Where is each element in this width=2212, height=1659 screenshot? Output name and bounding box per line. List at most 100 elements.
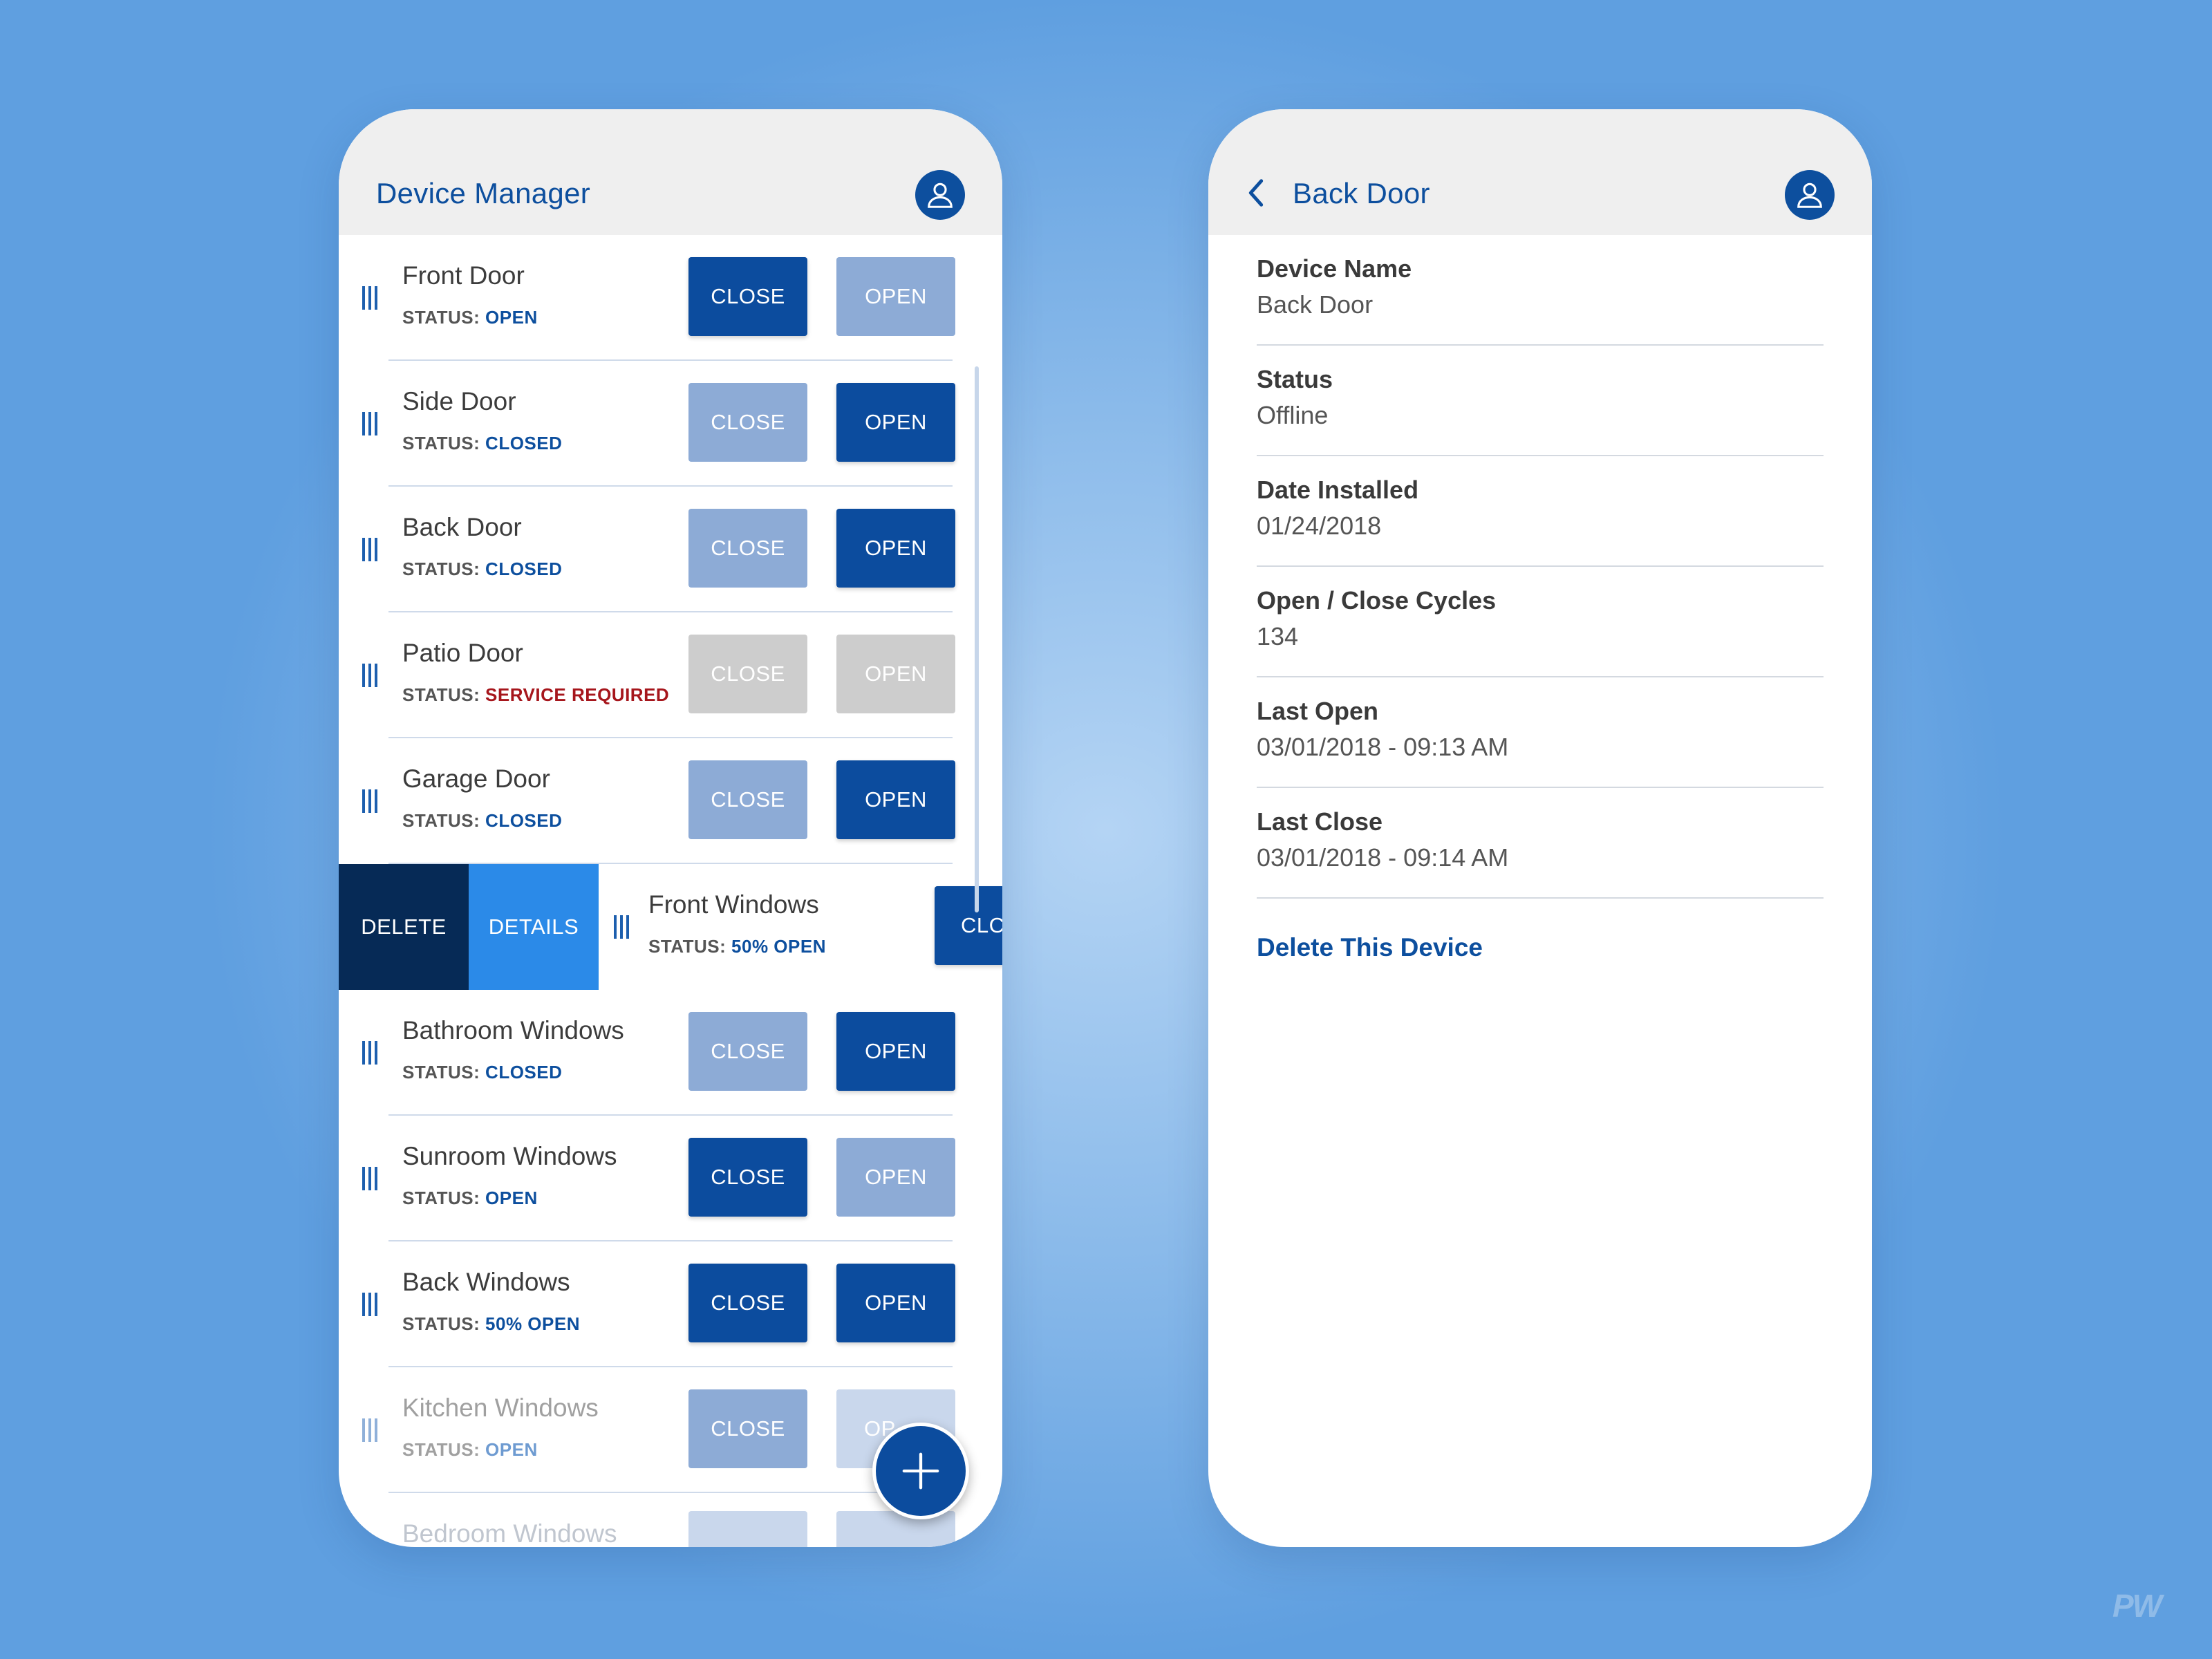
delete-device-link[interactable]: Delete This Device — [1257, 933, 1483, 962]
page-title: Device Manager — [376, 177, 591, 209]
field-cycles: Open / Close Cycles 134 — [1257, 567, 1824, 677]
status-value: 50% OPEN — [485, 1313, 580, 1334]
app-header: Device Manager — [339, 109, 1002, 235]
field-value: 134 — [1257, 622, 1299, 650]
list-item-swiped[interactable]: DELETE DETAILS Front Windows STATUS: 50%… — [339, 864, 1002, 990]
field-value: Offline — [1257, 401, 1329, 429]
drag-handle-icon[interactable] — [362, 1167, 377, 1190]
drag-handle-icon[interactable] — [362, 286, 377, 310]
close-button[interactable] — [688, 1511, 807, 1547]
open-button[interactable]: OPEN — [836, 1264, 955, 1342]
device-name: Patio Door — [402, 639, 523, 667]
list-item[interactable]: Bathroom Windows STATUS: CLOSED CLOSE OP… — [339, 990, 1002, 1116]
field-status: Status Offline — [1257, 346, 1824, 456]
open-button[interactable]: OPEN — [836, 509, 955, 588]
status-prefix: STATUS: — [402, 559, 480, 579]
status-prefix: STATUS: — [402, 1062, 480, 1082]
device-list[interactable]: Front Door STATUS: OPEN CLOSE OPEN Side … — [339, 235, 1002, 1547]
device-status: STATUS: OPEN — [402, 1188, 538, 1209]
chevron-left-icon[interactable] — [1239, 176, 1273, 210]
page-title: Back Door — [1293, 177, 1430, 209]
close-button[interactable]: CLOSE — [688, 1264, 807, 1342]
device-name: Back Windows — [402, 1268, 570, 1296]
drag-handle-icon[interactable] — [362, 1293, 377, 1316]
field-device-name: Device Name Back Door — [1257, 235, 1824, 346]
status-value: CLOSED — [485, 433, 563, 453]
open-button[interactable]: OPEN — [836, 383, 955, 462]
device-name: Bedroom Windows — [402, 1519, 617, 1547]
status-prefix: STATUS: — [402, 1188, 480, 1208]
status-value: CLOSED — [485, 559, 563, 579]
list-item[interactable]: Front Door STATUS: OPEN CLOSE OPEN — [339, 235, 1002, 361]
close-button[interactable]: CLOSE — [688, 383, 807, 462]
user-icon[interactable] — [1785, 170, 1835, 220]
device-status: STATUS: CLOSED — [402, 559, 562, 580]
app-header: Back Door — [1208, 109, 1872, 235]
drag-handle-icon[interactable] — [362, 538, 377, 561]
open-button[interactable]: OPEN — [836, 1012, 955, 1091]
device-manager-screen: Device Manager Front Door STATUS: OPEN C… — [339, 109, 1002, 1547]
status-value: OPEN — [485, 1439, 538, 1460]
close-button[interactable]: CLOSE — [688, 1389, 807, 1468]
status-value: 50% OPEN — [731, 936, 826, 957]
close-button[interactable]: CLOSE — [688, 257, 807, 336]
status-prefix: STATUS: — [402, 684, 480, 705]
plus-icon — [902, 1452, 939, 1490]
drag-handle-icon[interactable] — [362, 1418, 377, 1442]
device-name: Front Door — [402, 261, 525, 290]
status-prefix: STATUS: — [402, 810, 480, 831]
device-name: Front Windows — [648, 890, 819, 919]
open-button[interactable]: OPEN — [836, 760, 955, 839]
field-label: Last Close — [1257, 807, 1383, 836]
status-value: OPEN — [485, 307, 538, 328]
field-label: Device Name — [1257, 254, 1412, 283]
list-item[interactable]: Patio Door STATUS: SERVICE REQUIRED CLOS… — [339, 612, 1002, 738]
device-status: STATUS: SERVICE REQUIRED — [402, 684, 669, 706]
device-name: Back Door — [402, 513, 522, 541]
status-prefix: STATUS: — [402, 433, 480, 453]
drag-handle-icon[interactable] — [362, 789, 377, 813]
status-prefix: STATUS: — [402, 1439, 480, 1460]
close-button[interactable]: CLOSE — [688, 1138, 807, 1217]
device-status: STATUS: CLOSED — [402, 433, 562, 454]
add-device-button[interactable] — [872, 1423, 969, 1519]
close-button[interactable]: CLOSE — [688, 760, 807, 839]
field-last-open: Last Open 03/01/2018 - 09:13 AM — [1257, 677, 1824, 788]
close-button[interactable]: CLOSE — [688, 1012, 807, 1091]
device-name: Sunroom Windows — [402, 1142, 617, 1170]
close-button[interactable]: CLOSE — [688, 509, 807, 588]
list-item-content[interactable]: Front Windows STATUS: 50% OPEN CLC — [599, 864, 1002, 990]
list-item[interactable]: Back Windows STATUS: 50% OPEN CLOSE OPEN — [339, 1241, 1002, 1367]
field-label: Status — [1257, 365, 1333, 393]
open-button[interactable]: OPEN — [836, 1138, 955, 1217]
close-button[interactable]: CLC — [935, 886, 1002, 965]
detail-list: Device Name Back Door Status Offline Dat… — [1257, 235, 1824, 899]
list-item[interactable]: Back Door STATUS: CLOSED CLOSE OPEN — [339, 487, 1002, 612]
drag-handle-icon[interactable] — [362, 1041, 377, 1065]
open-button[interactable] — [836, 1511, 955, 1547]
list-item[interactable]: Sunroom Windows STATUS: OPEN CLOSE OPEN — [339, 1116, 1002, 1241]
device-status: STATUS: OPEN — [402, 307, 538, 328]
list-item[interactable]: Side Door STATUS: CLOSED CLOSE OPEN — [339, 361, 1002, 487]
device-name: Side Door — [402, 387, 516, 415]
drag-handle-icon[interactable] — [362, 664, 377, 687]
status-prefix: STATUS: — [402, 1313, 480, 1334]
details-button[interactable]: DETAILS — [469, 864, 599, 990]
device-name: Kitchen Windows — [402, 1394, 599, 1422]
open-button[interactable]: OPEN — [836, 257, 955, 336]
user-icon[interactable] — [915, 170, 965, 220]
status-value: CLOSED — [485, 810, 563, 831]
drag-handle-icon[interactable] — [362, 412, 377, 435]
open-button[interactable]: OPEN — [836, 635, 955, 713]
field-date-installed: Date Installed 01/24/2018 — [1257, 456, 1824, 567]
status-value: CLOSED — [485, 1062, 563, 1082]
list-item[interactable]: Garage Door STATUS: CLOSED CLOSE OPEN — [339, 738, 1002, 864]
delete-button[interactable]: DELETE — [339, 864, 469, 990]
drag-handle-icon[interactable] — [614, 915, 629, 939]
close-button[interactable]: CLOSE — [688, 635, 807, 713]
device-name: Garage Door — [402, 765, 550, 793]
field-label: Open / Close Cycles — [1257, 586, 1497, 615]
scrollbar[interactable] — [975, 366, 979, 912]
field-value: 01/24/2018 — [1257, 512, 1382, 540]
field-label: Date Installed — [1257, 476, 1419, 504]
